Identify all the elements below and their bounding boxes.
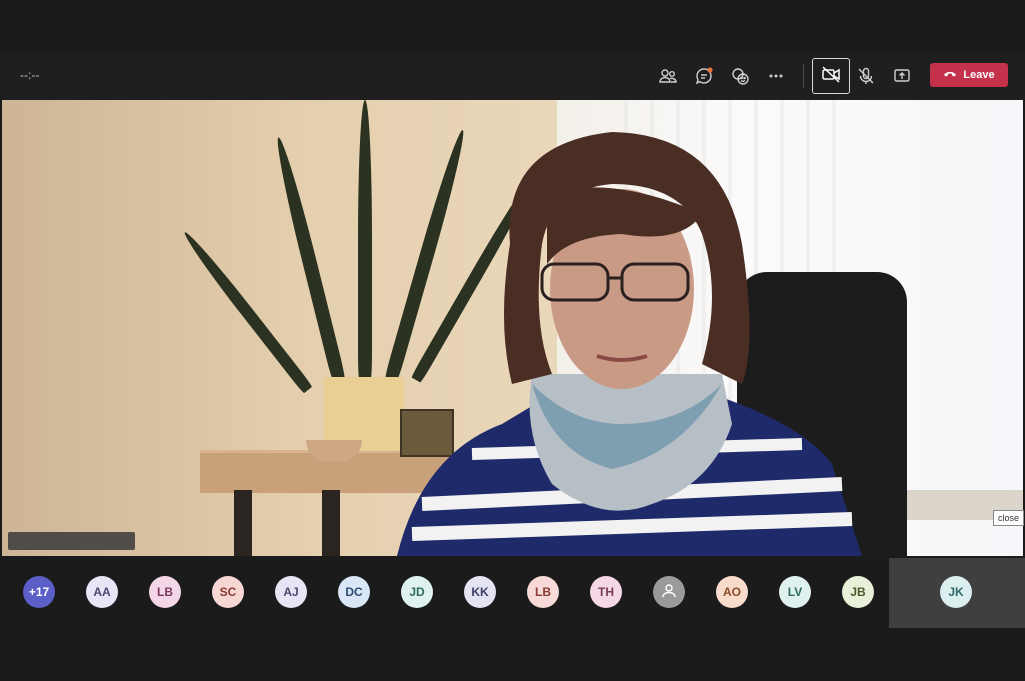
participant-avatar[interactable]: JK (940, 576, 972, 608)
participant-avatar[interactable]: AJ (275, 576, 307, 608)
participant-initials: JK (948, 585, 964, 599)
participant-avatar[interactable]: LV (779, 576, 811, 608)
participant-avatar[interactable]: JD (401, 576, 433, 608)
participant-strip: +17 AA LB SC AJ DC JD KK LB TH AO LV JB JK (0, 558, 1025, 628)
participant-initials: KK (471, 585, 489, 599)
participant-initials: SC (219, 585, 237, 599)
participant-initials: DC (345, 585, 363, 599)
participant-avatar[interactable] (653, 576, 685, 608)
meeting-timer: --:-- (20, 68, 40, 82)
participant-avatar[interactable]: AO (716, 576, 748, 608)
participant-initials: JD (409, 585, 425, 599)
participant-avatar[interactable]: LB (527, 576, 559, 608)
participant-avatar[interactable]: JB (842, 576, 874, 608)
participant-avatar[interactable]: KK (464, 576, 496, 608)
camera-toggle-button[interactable] (812, 58, 850, 94)
speaker-video (2, 100, 1023, 556)
participants-icon[interactable] (654, 62, 682, 90)
person-icon (660, 582, 678, 603)
bottom-band (0, 628, 1025, 681)
camera-off-icon (821, 64, 841, 89)
mic-off-icon[interactable] (852, 62, 880, 90)
participant-avatar[interactable]: SC (212, 576, 244, 608)
top-band (0, 0, 1025, 52)
plant-leaf (358, 100, 372, 380)
video-table-leg (322, 490, 340, 556)
participant-avatar[interactable]: +17 (23, 576, 55, 608)
leave-label: Leave (963, 69, 995, 81)
participant-avatar[interactable]: TH (590, 576, 622, 608)
video-table-leg (234, 490, 252, 556)
participant-initials: LB (157, 585, 173, 599)
more-icon[interactable] (762, 62, 790, 90)
toolbar-separator (803, 64, 804, 88)
participant-avatar[interactable]: AA (86, 576, 118, 608)
participant-initials: AA (93, 585, 111, 599)
speaker-person (397, 132, 862, 556)
speaker-name-pill (8, 532, 135, 550)
participant-initials: LV (787, 585, 803, 599)
chat-icon[interactable] (690, 62, 718, 90)
reactions-icon[interactable] (726, 62, 754, 90)
participant-avatar[interactable]: LB (149, 576, 181, 608)
participant-initials: +17 (28, 585, 50, 599)
meeting-toolbar: --:-- Leave (0, 52, 1025, 100)
hangup-icon (943, 69, 957, 82)
participant-initials: AO (723, 585, 741, 599)
close-tooltip: close (993, 510, 1025, 526)
participant-avatar[interactable]: DC (338, 576, 370, 608)
leave-button[interactable]: Leave (930, 63, 1008, 87)
participant-initials: LB (535, 585, 551, 599)
share-icon[interactable] (888, 62, 916, 90)
participant-initials: JB (850, 585, 866, 599)
participant-initials: AJ (283, 585, 299, 599)
participant-initials: TH (598, 585, 614, 599)
